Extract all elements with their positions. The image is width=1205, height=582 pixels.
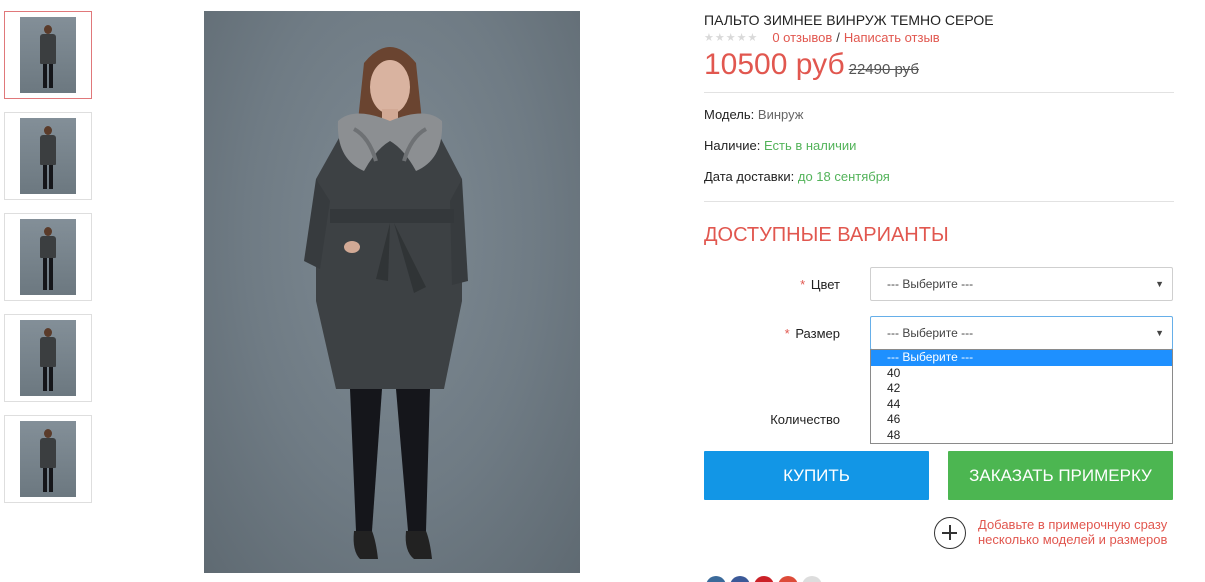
separator: / — [836, 30, 840, 45]
thumbnail-list — [4, 11, 92, 516]
order-fitting-button[interactable]: ЗАКАЗАТЬ ПРИМЕРКУ — [948, 451, 1173, 500]
size-select[interactable]: --- Выберите --- ▼ — [870, 316, 1173, 350]
thumbnail-3[interactable] — [4, 213, 92, 301]
color-label: * Цвет — [704, 277, 840, 292]
size-option[interactable]: --- Выберите --- — [871, 350, 1172, 366]
rating-row: ★★★★★ 0 отзывов / Написать отзыв — [704, 30, 940, 45]
pinterest-icon[interactable] — [754, 576, 774, 582]
color-select-value: --- Выберите --- — [887, 277, 974, 291]
main-product-image[interactable] — [204, 11, 580, 573]
add-circle-icon[interactable] — [934, 517, 966, 549]
thumbnail-2[interactable] — [4, 112, 92, 200]
size-option[interactable]: 40 — [871, 366, 1172, 382]
thumbnail-5[interactable] — [4, 415, 92, 503]
options-section-title: ДОСТУПНЫЕ ВАРИАНТЫ — [704, 224, 949, 246]
facebook-icon[interactable] — [730, 576, 750, 582]
chevron-down-icon: ▼ — [1155, 328, 1164, 338]
product-title: ПАЛЬТО ЗИМНЕЕ ВИНРУЖ ТЕМНО СЕРОЕ — [704, 12, 994, 28]
spec-delivery-label: Дата доставки: — [704, 169, 795, 184]
thumbnail-image — [20, 421, 76, 497]
price-old: 22490 руб — [848, 61, 919, 78]
spec-stock-value: Есть в наличии — [763, 138, 857, 153]
price-current: 10500 руб — [704, 48, 845, 81]
spec-model-label: Модель: — [704, 107, 755, 122]
required-mark: * — [800, 277, 806, 292]
quantity-label: Количество — [770, 412, 840, 427]
size-option[interactable]: 42 — [871, 381, 1172, 397]
divider — [704, 201, 1174, 202]
spec-stock: Наличие: Есть в наличии — [704, 138, 856, 153]
add-to-fitting-text[interactable]: Добавьте в примерочную сразу несколько м… — [978, 517, 1174, 547]
twitter-icon[interactable] — [706, 576, 726, 582]
model-figure — [304, 47, 468, 559]
size-option[interactable]: 44 — [871, 397, 1172, 413]
buy-button[interactable]: КУПИТЬ — [704, 451, 929, 500]
price-row: 10500 руб 22490 руб — [704, 48, 919, 82]
size-option[interactable]: 48 — [871, 428, 1172, 444]
size-label-text: Размер — [795, 326, 840, 341]
thumbnail-image — [20, 219, 76, 295]
chevron-down-icon: ▼ — [1155, 279, 1164, 289]
spec-model: Модель: Винруж — [704, 107, 803, 122]
divider — [704, 92, 1174, 93]
reviews-link[interactable]: 0 отзывов — [772, 30, 832, 45]
size-label: * Размер — [704, 326, 840, 341]
spec-stock-label: Наличие: — [704, 138, 761, 153]
share-icon[interactable] — [802, 576, 822, 582]
social-share-bar — [706, 576, 822, 582]
thumbnail-image — [20, 17, 76, 93]
spec-delivery-value: до 18 сентября — [797, 169, 890, 184]
size-select-value: --- Выберите --- — [887, 326, 974, 340]
write-review-link[interactable]: Написать отзыв — [844, 30, 940, 45]
color-select[interactable]: --- Выберите --- ▼ — [870, 267, 1173, 301]
spec-delivery: Дата доставки: до 18 сентября — [704, 169, 890, 184]
thumbnail-image — [20, 320, 76, 396]
size-option[interactable]: 46 — [871, 412, 1172, 428]
color-label-text: Цвет — [810, 277, 840, 292]
thumbnail-1[interactable] — [4, 11, 92, 99]
rating-stars-icon: ★★★★★ — [704, 32, 759, 44]
required-mark: * — [784, 326, 790, 341]
google-plus-icon[interactable] — [778, 576, 798, 582]
size-dropdown-list: --- Выберите --- 40 42 44 46 48 — [870, 349, 1173, 444]
thumbnail-image — [20, 118, 76, 194]
thumbnail-4[interactable] — [4, 314, 92, 402]
spec-model-value: Винруж — [757, 107, 804, 122]
